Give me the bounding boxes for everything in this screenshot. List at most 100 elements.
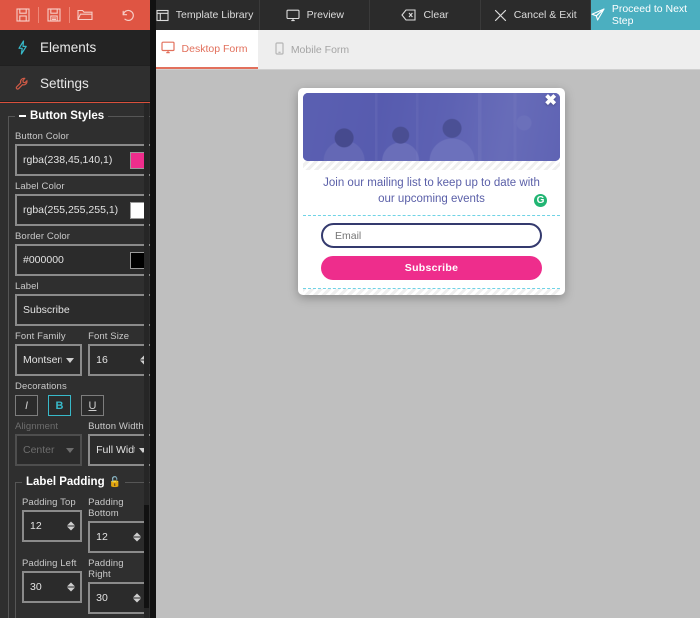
- stepper-down-icon[interactable]: [133, 598, 142, 603]
- button-color-label: Button Color: [15, 131, 70, 142]
- button-width-select[interactable]: Full Width: [88, 434, 150, 466]
- undo-icon[interactable]: [114, 5, 140, 25]
- mobile-icon: [275, 41, 284, 58]
- stepper-down-icon[interactable]: [133, 537, 142, 542]
- cancel-exit-button[interactable]: Cancel & Exit: [481, 0, 591, 30]
- alignment-select: Center: [15, 434, 83, 466]
- label-text-input[interactable]: Subscribe: [15, 294, 150, 326]
- padding-top-field: Padding Top 12: [22, 497, 83, 553]
- font-family-value: Montserrat: [23, 354, 62, 366]
- stepper-arrows[interactable]: [67, 582, 76, 592]
- form-builder-app: Elements Settings Button Styles Button C…: [0, 0, 700, 618]
- stepper-arrows[interactable]: [133, 532, 142, 542]
- save-as-icon[interactable]: [41, 5, 67, 25]
- font-family-select[interactable]: Montserrat: [15, 344, 83, 376]
- unlock-icon[interactable]: 🔓: [109, 477, 121, 488]
- close-x-icon: [494, 9, 507, 22]
- open-folder-icon[interactable]: [72, 5, 98, 25]
- panel-scrollbar[interactable]: [144, 103, 149, 618]
- button-styles-group: Button Styles Button Color rgba(238,45,1…: [8, 110, 150, 618]
- sidebar-item-label: Settings: [40, 76, 89, 91]
- group-title: Button Styles: [30, 110, 105, 122]
- padding-top-label: Padding Top: [22, 497, 76, 508]
- proceed-next-step-label: Proceed to Next Step: [611, 3, 688, 27]
- padding-top-stepper[interactable]: 12: [22, 510, 83, 542]
- modal-headline-text: Join our mailing list to keep up to date…: [323, 177, 540, 205]
- stepper-arrows[interactable]: [133, 593, 142, 603]
- tab-desktop-label: Desktop Form: [181, 42, 248, 55]
- button-width-value: Full Width: [96, 444, 135, 456]
- tab-mobile-form[interactable]: Mobile Form: [258, 30, 366, 69]
- canvas-left-gutter: [150, 0, 156, 618]
- label-padding-legend: Label Padding 🔓: [22, 476, 125, 488]
- stepper-down-icon[interactable]: [67, 526, 76, 531]
- tab-mobile-label: Mobile Form: [290, 43, 350, 56]
- subscribe-button[interactable]: Subscribe: [321, 256, 542, 280]
- italic-glyph: I: [24, 399, 29, 412]
- proceed-next-step-button[interactable]: Proceed to Next Step: [590, 0, 700, 30]
- underline-button[interactable]: U: [81, 395, 104, 416]
- modal-headline-block[interactable]: Join our mailing list to keep up to date…: [303, 170, 560, 215]
- button-styles-legend[interactable]: Button Styles: [15, 110, 108, 122]
- padding-bottom-stepper[interactable]: 12: [88, 521, 149, 553]
- padding-right-stepper[interactable]: 30: [88, 582, 149, 614]
- button-styles-panel: Button Styles Button Color rgba(238,45,1…: [0, 102, 150, 618]
- alignment-field: Alignment Center: [15, 421, 83, 466]
- decorations-field: Decorations I B U: [15, 381, 150, 416]
- paper-plane-icon: [591, 8, 605, 22]
- stepper-up-icon[interactable]: [67, 521, 76, 526]
- save-icon[interactable]: [10, 5, 36, 25]
- toolbar-divider: [69, 7, 70, 23]
- border-color-field: Border Color #000000: [15, 231, 150, 276]
- modal-hero-image[interactable]: [303, 93, 560, 161]
- padding-row-1: Padding Top 12 Padding Bottom 12: [22, 492, 149, 553]
- label-color-input[interactable]: rgba(255,255,255,1): [15, 194, 150, 226]
- padding-bottom-label: Padding Bottom: [88, 497, 124, 519]
- alignment-label: Alignment: [15, 421, 59, 432]
- scrollbar-thumb[interactable]: [144, 504, 149, 608]
- sidebar-item-elements[interactable]: Elements: [0, 30, 150, 66]
- stepper-up-icon[interactable]: [67, 582, 76, 587]
- preview-button[interactable]: Preview: [260, 0, 371, 30]
- font-size-label: Font Size: [88, 331, 130, 342]
- monitor-icon: [286, 9, 300, 22]
- border-color-input[interactable]: #000000: [15, 244, 150, 276]
- cancel-exit-label: Cancel & Exit: [513, 9, 577, 21]
- clear-button[interactable]: Clear: [370, 0, 481, 30]
- modal-form-zone[interactable]: Subscribe: [303, 215, 560, 289]
- button-width-label: Button Width: [88, 421, 144, 432]
- stepper-down-icon[interactable]: [67, 587, 76, 592]
- stepper-up-icon[interactable]: [133, 532, 142, 537]
- email-input[interactable]: [321, 223, 542, 248]
- border-color-label: Border Color: [15, 231, 71, 242]
- form-canvas[interactable]: ✖ Join our mailing list to keep up to da…: [150, 70, 700, 618]
- label-padding-group: Label Padding 🔓 Padding Top 12 Padding B…: [15, 476, 150, 618]
- close-icon[interactable]: ✖: [544, 93, 557, 108]
- sync-badge-icon[interactable]: G: [534, 194, 547, 207]
- collapse-icon[interactable]: [19, 115, 26, 117]
- button-color-input[interactable]: rgba(238,45,140,1): [15, 144, 150, 176]
- top-toolbar: Template Library Preview Clear Cancel & …: [150, 0, 700, 30]
- font-size-stepper[interactable]: 16: [88, 344, 150, 376]
- modal-empty-zone-top[interactable]: [303, 161, 560, 170]
- sidebar-item-settings[interactable]: Settings: [0, 66, 150, 102]
- tab-desktop-form[interactable]: Desktop Form: [150, 30, 258, 69]
- font-family-label: Font Family: [15, 331, 66, 342]
- template-library-icon: [156, 9, 169, 22]
- stepper-up-icon[interactable]: [133, 593, 142, 598]
- decorations-row: I B U: [15, 395, 150, 416]
- modal-empty-zone-bottom[interactable]: [303, 289, 560, 295]
- label-color-value: rgba(255,255,255,1): [23, 204, 119, 216]
- popup-modal[interactable]: ✖ Join our mailing list to keep up to da…: [298, 88, 565, 295]
- button-color-field: Button Color rgba(238,45,140,1): [15, 131, 150, 176]
- template-library-button[interactable]: Template Library: [150, 0, 261, 30]
- alignment-row: Alignment Center Button Width Full Width: [15, 416, 150, 466]
- padding-bottom-field: Padding Bottom 12: [88, 497, 149, 553]
- label-padding-title: Label Padding: [26, 476, 105, 488]
- padding-left-stepper[interactable]: 30: [22, 571, 83, 603]
- font-row: Font Family Montserrat Font Size 16: [15, 326, 150, 376]
- stepper-arrows[interactable]: [67, 521, 76, 531]
- form-view-tabs: Desktop Form Mobile Form: [150, 30, 700, 70]
- italic-button[interactable]: I: [15, 395, 38, 416]
- bold-button[interactable]: B: [48, 395, 71, 416]
